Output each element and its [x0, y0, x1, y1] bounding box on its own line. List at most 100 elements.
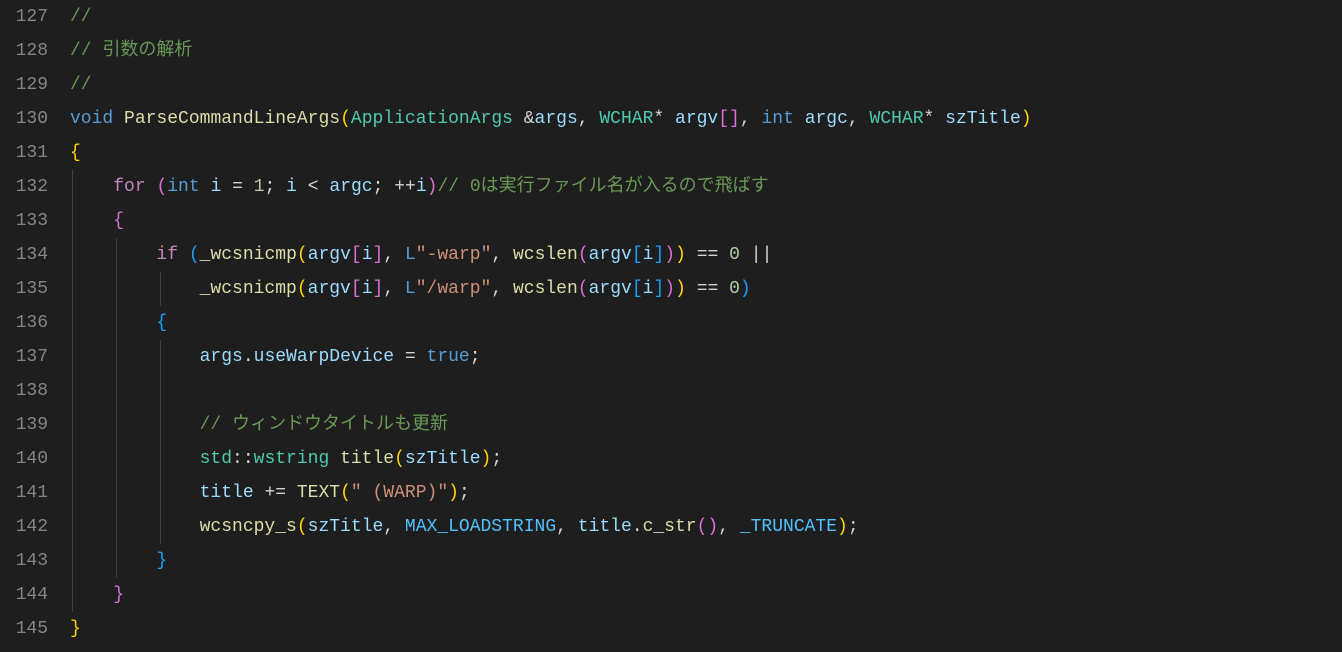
token: TEXT: [297, 483, 340, 503]
code-line[interactable]: }: [70, 544, 1342, 578]
code-line[interactable]: // 引数の解析: [70, 34, 1342, 68]
line-number: 140: [0, 442, 48, 476]
token: title: [200, 483, 254, 503]
code-content[interactable]: // // 引数の解析 // void ParseCommandLineArgs(Ap…: [70, 0, 1342, 652]
code-line[interactable]: args.useWarpDevice = true;: [70, 340, 1342, 374]
code-line[interactable]: _wcsnicmp(argv[i], L"/warp", wcslen(argv…: [70, 272, 1342, 306]
token: int: [761, 109, 793, 129]
token: wstring: [254, 449, 330, 469]
token: WCHAR: [599, 109, 653, 129]
token: // 引数の解析: [70, 41, 192, 61]
token: ,: [491, 279, 513, 299]
token: WCHAR: [870, 109, 924, 129]
token: if: [156, 245, 178, 265]
token: ApplicationArgs: [351, 109, 513, 129]
token: {: [70, 143, 81, 163]
token: ||: [751, 245, 773, 265]
token: [718, 279, 729, 299]
code-line[interactable]: {: [70, 136, 1342, 170]
token: (: [156, 177, 167, 197]
token: [70, 313, 156, 333]
token: [113, 109, 124, 129]
token: _TRUNCATE: [740, 517, 837, 537]
token: [319, 177, 330, 197]
code-line[interactable]: //: [70, 68, 1342, 102]
code-line[interactable]: for (int i = 1; i < argc; ++i)// 0は実行ファイ…: [70, 170, 1342, 204]
token: [221, 177, 232, 197]
token: [146, 177, 157, 197]
line-number: 130: [0, 102, 48, 136]
token: szTitle: [945, 109, 1021, 129]
line-number: 144: [0, 578, 48, 612]
code-line[interactable]: [70, 374, 1342, 408]
code-line[interactable]: if (_wcsnicmp(argv[i], L"-warp", wcslen(…: [70, 238, 1342, 272]
token: ParseCommandLineArgs: [124, 109, 340, 129]
token: (: [340, 109, 351, 129]
code-line[interactable]: {: [70, 204, 1342, 238]
token: ): [1021, 109, 1032, 129]
token: [686, 245, 697, 265]
code-line[interactable]: }: [70, 578, 1342, 612]
token: i: [362, 245, 373, 265]
token: ]: [729, 109, 740, 129]
token: ): [740, 279, 751, 299]
token: argc: [329, 177, 372, 197]
line-number: 135: [0, 272, 48, 306]
token: szTitle: [308, 517, 384, 537]
token: [718, 245, 729, 265]
code-line[interactable]: wcsncpy_s(szTitle, MAX_LOADSTRING, title…: [70, 510, 1342, 544]
code-line[interactable]: {: [70, 306, 1342, 340]
token: argv: [589, 245, 632, 265]
token: [416, 347, 427, 367]
token: [200, 177, 211, 197]
token: ]: [373, 245, 384, 265]
code-line[interactable]: std::wstring title(szTitle);: [70, 442, 1342, 476]
token: 1: [254, 177, 265, 197]
token: i: [210, 177, 221, 197]
token: for: [113, 177, 145, 197]
code-editor[interactable]: 1271281291301311321331341351361371381391…: [0, 0, 1342, 652]
token: ;: [373, 177, 395, 197]
token: [70, 245, 156, 265]
token: ]: [373, 279, 384, 299]
token: wcsncpy_s: [200, 517, 297, 537]
token: ): [675, 245, 686, 265]
token: L: [405, 245, 416, 265]
code-line[interactable]: void ParseCommandLineArgs(ApplicationArg…: [70, 102, 1342, 136]
line-number: 127: [0, 0, 48, 34]
token: std: [200, 449, 232, 469]
token: }: [70, 619, 81, 639]
token: }: [156, 551, 167, 571]
token: ,: [556, 517, 578, 537]
token: title: [340, 449, 394, 469]
token: [: [632, 245, 643, 265]
token: [286, 483, 297, 503]
code-line[interactable]: }: [70, 612, 1342, 646]
code-line[interactable]: // ウィンドウタイトルも更新: [70, 408, 1342, 442]
token: .: [632, 517, 643, 537]
token: _wcsnicmp: [200, 279, 297, 299]
token: [740, 245, 751, 265]
line-number: 138: [0, 374, 48, 408]
token: (: [578, 245, 589, 265]
token: //: [70, 7, 92, 27]
token: ;: [470, 347, 481, 367]
code-line[interactable]: title += TEXT(" (WARP)");: [70, 476, 1342, 510]
token: [70, 551, 156, 571]
token: [178, 245, 189, 265]
line-number: 137: [0, 340, 48, 374]
code-line[interactable]: //: [70, 0, 1342, 34]
line-number: 143: [0, 544, 48, 578]
token: ,: [848, 109, 870, 129]
token: //: [70, 75, 92, 95]
token: =: [232, 177, 243, 197]
token: (: [189, 245, 200, 265]
token: ::: [232, 449, 254, 469]
token: MAX_LOADSTRING: [405, 517, 556, 537]
token: [686, 279, 697, 299]
token: wcslen: [513, 279, 578, 299]
token: ): [481, 449, 492, 469]
token: [70, 279, 200, 299]
token: [513, 109, 524, 129]
token: useWarpDevice: [254, 347, 394, 367]
